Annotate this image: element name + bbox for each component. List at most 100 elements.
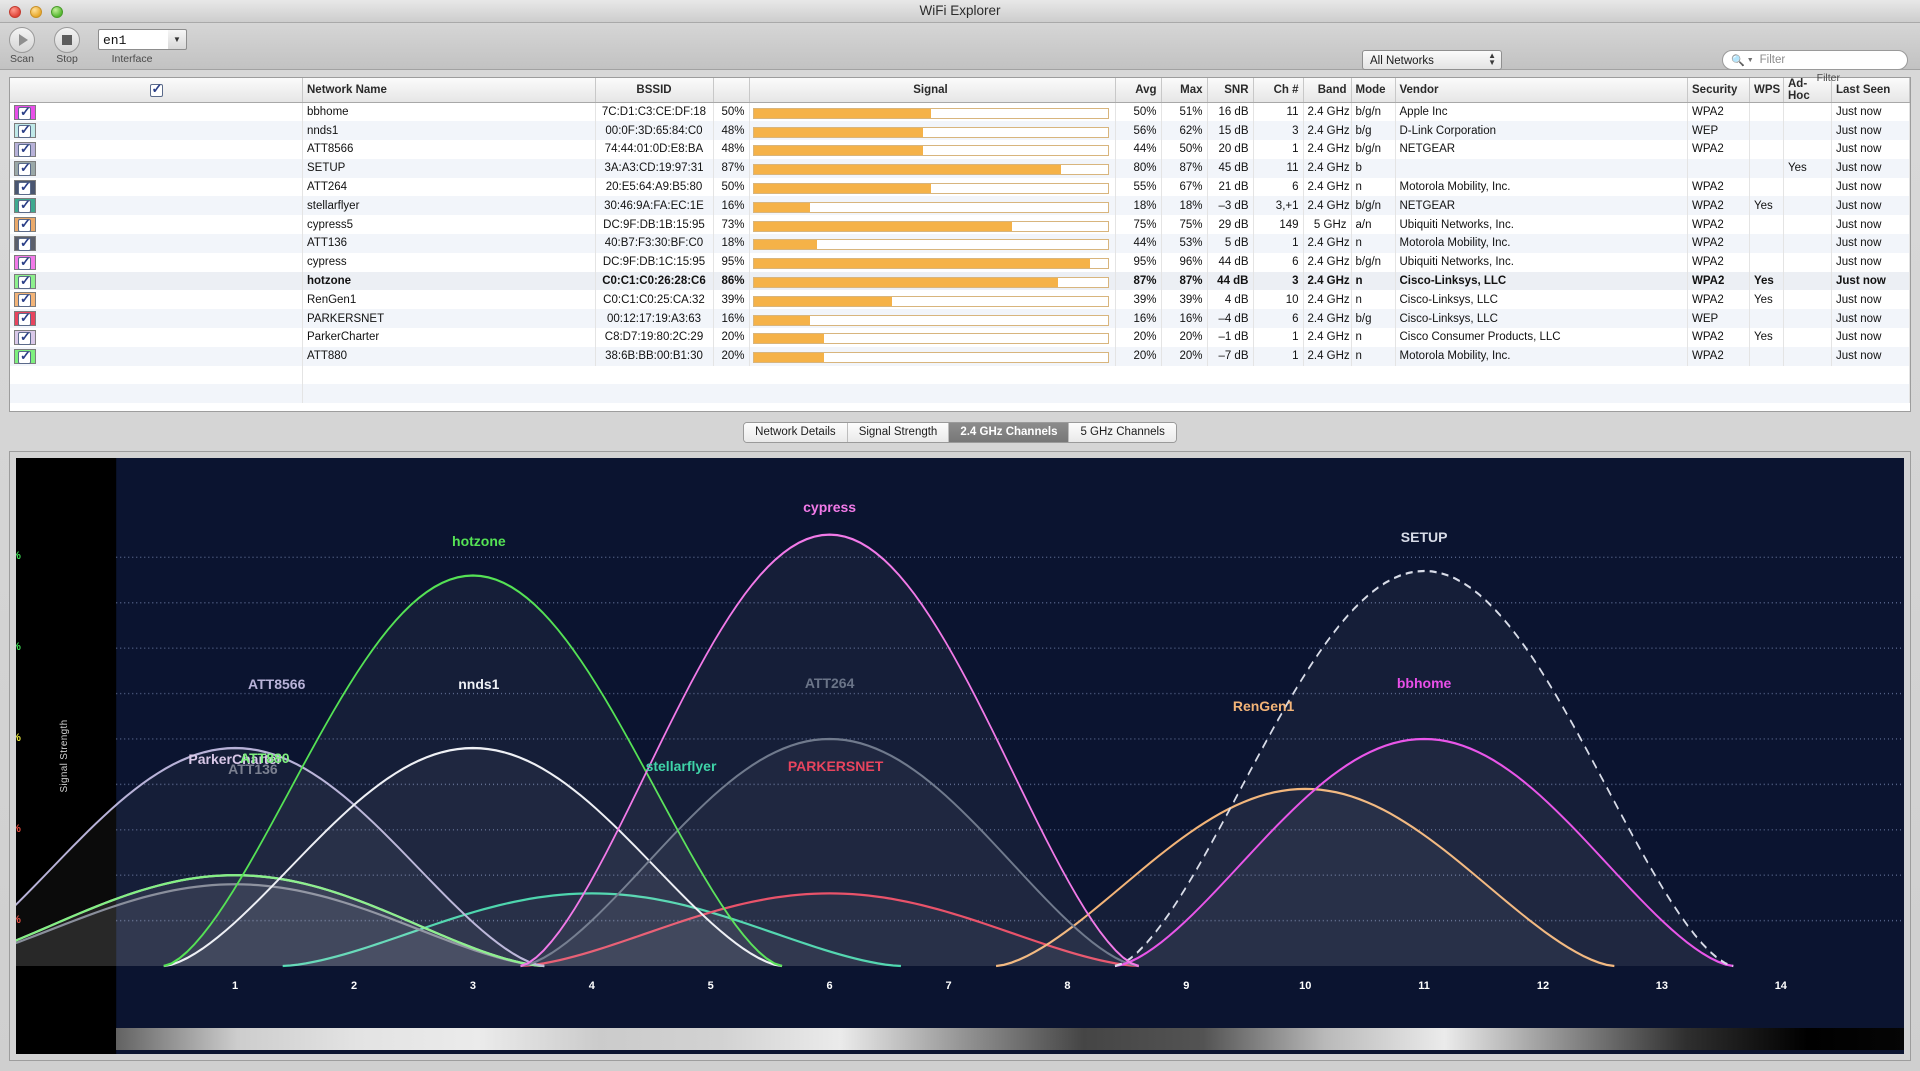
- row-checkbox[interactable]: [18, 310, 31, 327]
- tab-5-ghz-channels[interactable]: 5 GHz Channels: [1069, 423, 1176, 442]
- signal-bar-track: [752, 126, 1109, 138]
- cell-wps: Yes: [1749, 290, 1784, 310]
- row-checkbox-cell[interactable]: [10, 140, 303, 159]
- row-checkbox-cell[interactable]: [10, 271, 303, 291]
- cell-band: 2.4 GHz: [1303, 140, 1352, 159]
- signal-bar-track: [752, 220, 1109, 232]
- cell-adhoc: [1783, 252, 1832, 272]
- table-row[interactable]: hotzoneC0:C1:C0:26:28:C686%87%87%44 dB32…: [10, 271, 1910, 291]
- cell-wps: [1749, 140, 1784, 159]
- x-axis-tick-label: 5: [707, 980, 714, 993]
- row-checkbox-cell[interactable]: [10, 328, 303, 347]
- row-checkbox-cell[interactable]: [10, 158, 303, 178]
- cell-channel: 6: [1253, 252, 1304, 272]
- chart-svg: [16, 458, 1904, 1054]
- table-row[interactable]: bbhome7C:D1:C3:CE:DF:1850%50%51%16 dB112…: [10, 102, 1910, 122]
- cell-max: 18%: [1161, 196, 1208, 216]
- table-row[interactable]: ATT13640:B7:F3:30:BF:C018% 44%53%5 dB12.4…: [10, 234, 1910, 253]
- scan-button[interactable]: [9, 27, 35, 53]
- row-checkbox-cell[interactable]: [10, 121, 303, 141]
- table-row[interactable]: ATT856674:44:01:0D:E8:BA48% 44%50%20 dB12…: [10, 140, 1910, 159]
- cell-mode: b/g/n: [1351, 196, 1396, 216]
- tab-signal-strength[interactable]: Signal Strength: [847, 423, 950, 442]
- cell-signal-pct: 48%: [713, 121, 750, 141]
- table-row[interactable]: stellarflyer30:46:9A:FA:EC:1E16%18%18%–3…: [10, 196, 1910, 216]
- cell-mode: n: [1351, 271, 1396, 291]
- row-checkbox[interactable]: [18, 197, 31, 214]
- cell-band: 2.4 GHz: [1303, 346, 1352, 366]
- row-checkbox[interactable]: [18, 104, 31, 120]
- table-row[interactable]: ParkerCharterC8:D7:19:80:2C:2920%20%20%–…: [10, 328, 1910, 347]
- cell-adhoc: [1783, 140, 1832, 159]
- column-header-max[interactable]: Max: [1161, 78, 1208, 103]
- table-row[interactable]: nnds100:0F:3D:65:84:C048% 56%62%15 dB32.4…: [10, 121, 1910, 141]
- stepper-arrows-icon[interactable]: ▲ ▼: [1488, 52, 1496, 67]
- row-checkbox-cell[interactable]: [10, 196, 303, 216]
- network-table: Network Name BSSID Signal Avg Max SNR Ch…: [10, 78, 1910, 404]
- row-checkbox-cell[interactable]: [10, 215, 303, 235]
- row-checkbox[interactable]: [18, 160, 31, 176]
- row-checkbox-cell[interactable]: [10, 290, 303, 310]
- cell-adhoc: [1783, 290, 1832, 310]
- signal-bar-fill: [753, 202, 811, 212]
- row-checkbox-cell[interactable]: [10, 309, 303, 329]
- row-checkbox-cell[interactable]: [10, 234, 303, 253]
- row-checkbox[interactable]: [18, 273, 31, 289]
- cell-band: 2.4 GHz: [1303, 196, 1352, 216]
- search-input[interactable]: 🔍 ▼ Filter: [1722, 50, 1908, 70]
- chevron-down-icon[interactable]: ▼: [1747, 57, 1754, 64]
- cell-security: WPA2: [1687, 328, 1750, 347]
- cell-channel: 1: [1253, 140, 1304, 159]
- select-all-checkbox-header[interactable]: [10, 78, 303, 103]
- table-row[interactable]: cypress5DC:9F:DB:1B:15:9573%75%75%29 dB1…: [10, 215, 1910, 235]
- row-checkbox-cell[interactable]: [10, 177, 303, 197]
- column-header-signal-pct[interactable]: [713, 78, 750, 103]
- row-checkbox[interactable]: [18, 254, 31, 270]
- column-header-channel[interactable]: Ch #: [1253, 78, 1304, 103]
- row-checkbox[interactable]: [18, 122, 31, 139]
- cell-max: 96%: [1161, 252, 1208, 272]
- column-header-security[interactable]: Security: [1687, 78, 1750, 103]
- cell-signal-pct: 39%: [713, 290, 750, 310]
- row-checkbox[interactable]: [18, 348, 31, 364]
- column-header-signal[interactable]: Signal: [749, 78, 1116, 103]
- cell-band: 2.4 GHz: [1303, 102, 1352, 122]
- signal-bar-track: [752, 314, 1109, 326]
- column-header-snr[interactable]: SNR: [1207, 78, 1254, 103]
- column-header-band[interactable]: Band: [1303, 78, 1352, 103]
- chevron-down-icon[interactable]: ▼: [168, 29, 187, 50]
- tab-2-4-ghz-channels[interactable]: 2.4 GHz Channels: [949, 423, 1070, 442]
- row-checkbox-cell[interactable]: [10, 252, 303, 272]
- column-header-mode[interactable]: Mode: [1351, 78, 1396, 103]
- cell-signal-bar: [749, 234, 1116, 253]
- column-header-avg[interactable]: Avg: [1115, 78, 1162, 103]
- cell-max: 20%: [1161, 346, 1208, 366]
- stop-button[interactable]: [54, 27, 80, 53]
- table-row[interactable]: ATT26420:E5:64:A9:B5:8050% 55%67%21 dB62.…: [10, 177, 1910, 197]
- network-filter-select[interactable]: All Networks: [1362, 50, 1502, 70]
- table-row[interactable]: cypressDC:9F:DB:1C:15:9595%95%96%44 dB62…: [10, 252, 1910, 272]
- column-header-bssid[interactable]: BSSID: [595, 78, 714, 103]
- column-header-network-name[interactable]: Network Name: [302, 78, 596, 103]
- row-checkbox[interactable]: [18, 329, 31, 345]
- row-checkbox-cell[interactable]: [10, 102, 303, 122]
- cell-last-seen: Just now: [1831, 252, 1910, 272]
- table-row[interactable]: PARKERSNET00:12:17:19:A3:6316%16%16%–4 d…: [10, 309, 1910, 329]
- row-checkbox[interactable]: [18, 141, 31, 157]
- cell-vendor: Ubiquiti Networks, Inc.: [1395, 215, 1688, 235]
- cell-max: 16%: [1161, 309, 1208, 329]
- row-checkbox[interactable]: [18, 235, 31, 251]
- column-header-last-seen[interactable]: Last Seen: [1831, 78, 1910, 103]
- column-header-vendor[interactable]: Vendor: [1395, 78, 1688, 103]
- column-header-wps[interactable]: WPS: [1749, 78, 1784, 103]
- row-checkbox[interactable]: [18, 216, 31, 233]
- tab-network-details[interactable]: Network Details: [744, 423, 848, 442]
- table-row[interactable]: ATT88038:6B:BB:00:B1:3020%20%20%–7 dB12.…: [10, 346, 1910, 366]
- signal-bar-track: [752, 164, 1109, 176]
- row-checkbox-cell[interactable]: [10, 346, 303, 366]
- table-row[interactable]: SETUP3A:A3:CD:19:97:3187%80%87%45 dB112.…: [10, 158, 1910, 178]
- row-checkbox[interactable]: [18, 291, 31, 308]
- cell-snr: 5 dB: [1207, 234, 1254, 253]
- row-checkbox[interactable]: [18, 179, 31, 195]
- table-row[interactable]: RenGen1C0:C1:C0:25:CA:3239%39%39%4 dB102…: [10, 290, 1910, 310]
